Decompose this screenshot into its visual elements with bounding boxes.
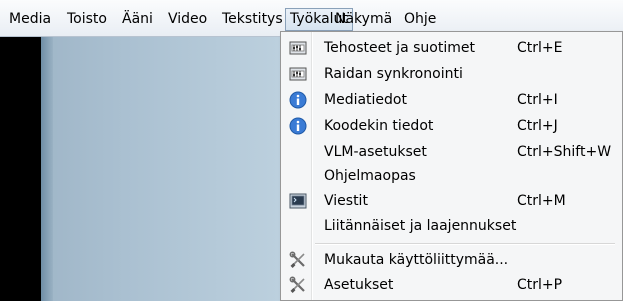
menu-item-plugins-extensions[interactable]: Liitännäiset ja laajennukset	[283, 214, 620, 239]
menu-item-customize-interface[interactable]: Mukauta käyttöliittymää...	[283, 248, 620, 273]
equalizer-icon	[289, 65, 307, 83]
menu-item-shortcut: Ctrl+E	[517, 40, 563, 56]
menu-item-label: Asetukset	[324, 277, 394, 293]
menu-item-label: VLM-asetukset	[324, 144, 427, 160]
menu-item-shortcut: Ctrl+Shift+W	[517, 144, 612, 160]
menu-item-track-sync[interactable]: Raidan synkronointi	[283, 62, 620, 87]
menu-item-label: Tehosteet ja suotimet	[324, 40, 475, 56]
equalizer-icon	[289, 39, 307, 57]
menu-video[interactable]: Video	[164, 8, 211, 31]
menu-item-label: Koodekin tiedot	[324, 118, 434, 134]
menu-item-shortcut: Ctrl+P	[517, 277, 563, 293]
menu-item-label: Raidan synkronointi	[324, 66, 463, 82]
menu-item-label: Mukauta käyttöliittymää...	[324, 252, 509, 268]
menu-item-effects-filters[interactable]: Tehosteet ja suotimet Ctrl+E	[283, 36, 620, 61]
menu-item-messages[interactable]: Viestit Ctrl+M	[283, 189, 620, 214]
menu-item-shortcut: Ctrl+I	[517, 92, 558, 108]
menu-item-label: Liitännäiset ja laajennukset	[324, 218, 517, 234]
menu-separator	[315, 243, 615, 245]
menu-item-shortcut: Ctrl+J	[517, 118, 558, 134]
menu-item-vlm-settings[interactable]: VLM-asetukset Ctrl+Shift+W	[283, 140, 620, 165]
menu-item-preferences[interactable]: Asetukset Ctrl+P	[283, 273, 620, 298]
menu-item-program-guide[interactable]: Ohjelmaopas	[283, 164, 620, 189]
menu-item-label: Viestit	[324, 193, 368, 209]
menu-aani[interactable]: Ääni	[118, 8, 157, 31]
video-edge	[41, 37, 53, 301]
menu-item-codec-info[interactable]: Koodekin tiedot Ctrl+J	[283, 114, 620, 139]
menu-item-label: Mediatiedot	[324, 92, 407, 108]
menu-item-label: Ohjelmaopas	[324, 168, 416, 184]
wrench-screwdriver-icon	[289, 251, 307, 269]
menu-nakyma[interactable]: Näkymä	[331, 8, 396, 31]
menu-media[interactable]: Media	[5, 8, 55, 31]
wrench-screwdriver-icon	[289, 276, 307, 294]
terminal-icon	[289, 192, 307, 210]
menu-toisto[interactable]: Toisto	[63, 8, 111, 31]
menu-item-media-info[interactable]: Mediatiedot Ctrl+I	[283, 88, 620, 113]
info-icon	[289, 91, 307, 109]
menu-tekstitys[interactable]: Tekstitys	[218, 8, 287, 31]
menu-item-shortcut: Ctrl+M	[517, 193, 566, 209]
video-letterbox	[0, 37, 41, 301]
info-icon	[289, 117, 307, 135]
tools-dropdown-menu: Tehosteet ja suotimet Ctrl+E Raidan synk…	[280, 31, 623, 301]
menu-ohje[interactable]: Ohje	[400, 8, 440, 31]
